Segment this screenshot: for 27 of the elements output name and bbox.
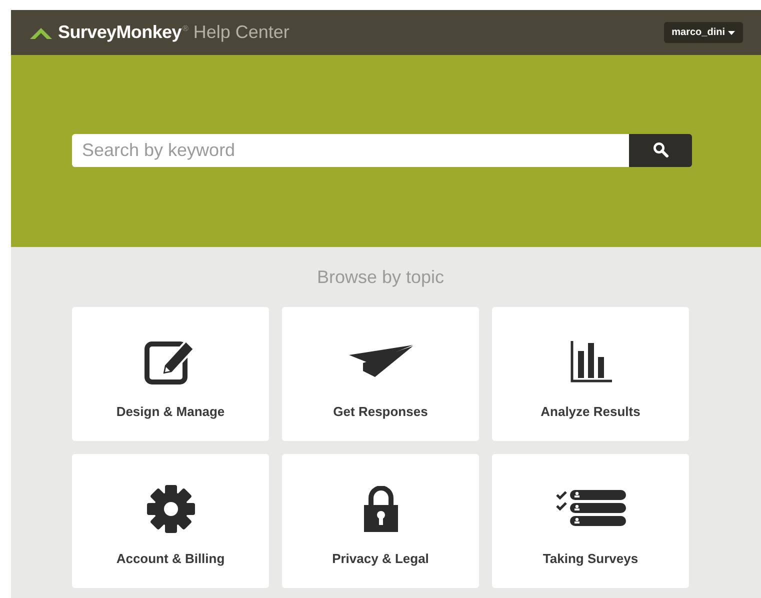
browse-title: Browse by topic bbox=[316, 267, 444, 288]
topic-card[interactable]: Privacy & Legal bbox=[282, 454, 479, 588]
topic-label: Taking Surveys bbox=[542, 551, 638, 566]
gear-icon bbox=[146, 484, 196, 534]
paper-plane-icon bbox=[348, 344, 412, 378]
caret-icon bbox=[728, 30, 735, 34]
topic-card[interactable]: Design & Manage bbox=[72, 307, 269, 441]
topic-card[interactable]: Get Responses bbox=[282, 307, 479, 441]
search-button[interactable] bbox=[629, 134, 692, 166]
brand-name: SurveyMonkey bbox=[58, 22, 182, 43]
user-menu-button[interactable]: marco_dini bbox=[664, 22, 743, 43]
bar-chart-icon bbox=[570, 340, 612, 382]
trademark-mark: ® bbox=[182, 24, 188, 33]
section-title: Help Center bbox=[193, 22, 290, 43]
lock-icon bbox=[362, 486, 398, 532]
search-field[interactable]: Search by keyword bbox=[72, 134, 629, 166]
topic-card[interactable]: Taking Surveys bbox=[492, 454, 689, 588]
topic-card[interactable]: Analyze Results bbox=[492, 307, 689, 441]
topic-card[interactable]: Account & Billing bbox=[72, 454, 269, 588]
topic-label: Account & Billing bbox=[116, 551, 225, 566]
logo-icon bbox=[29, 26, 53, 40]
topic-label: Analyze Results bbox=[540, 404, 640, 419]
survey-list-icon bbox=[556, 488, 626, 528]
search-icon bbox=[652, 142, 668, 158]
topic-label: Design & Manage bbox=[116, 404, 225, 419]
topic-label: Privacy & Legal bbox=[332, 551, 429, 566]
topic-label: Get Responses bbox=[333, 404, 428, 419]
